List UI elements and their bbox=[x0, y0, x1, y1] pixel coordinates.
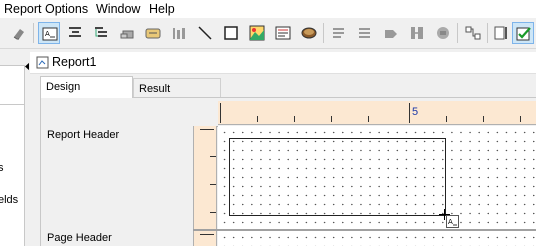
ruler-tick bbox=[520, 116, 521, 122]
menu-window[interactable]: Window bbox=[96, 1, 140, 17]
vertical-ruler bbox=[193, 126, 217, 230]
label-icon[interactable] bbox=[142, 22, 164, 44]
report-window-titlebar: Report1 bbox=[30, 52, 536, 74]
toolbar-separator bbox=[323, 23, 324, 43]
left-panel-item[interactable]: elds bbox=[0, 194, 18, 206]
ruler-tick bbox=[200, 234, 214, 235]
ruler-tick bbox=[294, 116, 295, 122]
vertical-ruler-page-header bbox=[193, 231, 217, 246]
svg-text:A: A bbox=[448, 218, 453, 226]
section-label-page-header[interactable]: Page Header bbox=[47, 232, 112, 244]
ruler-tick bbox=[257, 116, 258, 122]
ruler-tick bbox=[210, 184, 216, 185]
filter-icon[interactable] bbox=[406, 22, 428, 44]
eraser-icon[interactable] bbox=[8, 22, 30, 44]
sort-icon[interactable] bbox=[380, 22, 402, 44]
menu-bar: Report Options Window Help bbox=[0, 0, 536, 18]
menu-report[interactable]: Report bbox=[4, 1, 42, 17]
report-window-title: Report1 bbox=[52, 55, 97, 69]
report-icon bbox=[36, 56, 49, 72]
ruler-tick bbox=[368, 116, 369, 122]
ruler-tick bbox=[331, 116, 332, 122]
richtext-icon[interactable] bbox=[272, 22, 294, 44]
horizontal-ruler: 5 bbox=[218, 101, 536, 125]
menu-help[interactable]: Help bbox=[149, 1, 175, 17]
page-header-band[interactable] bbox=[218, 231, 536, 246]
selection-rectangle[interactable] bbox=[229, 138, 446, 216]
ruler-tick bbox=[200, 129, 214, 130]
ruler-tick bbox=[409, 103, 410, 123]
cross-tab-icon[interactable] bbox=[328, 22, 350, 44]
left-panel-item[interactable]: s bbox=[0, 162, 4, 174]
align-icon[interactable] bbox=[64, 22, 86, 44]
line-icon[interactable] bbox=[194, 22, 216, 44]
section-labels-panel: Report Header Page Header bbox=[40, 98, 217, 246]
export-icon[interactable] bbox=[490, 22, 512, 44]
text-field-icon[interactable]: A bbox=[38, 22, 60, 44]
toolbar-separator bbox=[33, 23, 34, 43]
menu-options[interactable]: Options bbox=[45, 1, 88, 17]
section-label-report-header[interactable]: Report Header bbox=[47, 129, 119, 141]
stack-icon[interactable] bbox=[116, 22, 138, 44]
toolbar: A bbox=[0, 18, 536, 49]
shape-icon[interactable] bbox=[462, 22, 484, 44]
ruler-tick bbox=[210, 156, 216, 157]
group-icon[interactable] bbox=[354, 22, 376, 44]
tab-result[interactable]: Result bbox=[133, 78, 221, 98]
subreport-icon[interactable] bbox=[432, 22, 454, 44]
ruler-tick bbox=[446, 116, 447, 122]
ruler-label: 5 bbox=[412, 106, 419, 118]
text-field-cursor-icon: A bbox=[446, 215, 459, 228]
checkbox-icon[interactable] bbox=[512, 22, 534, 44]
image-icon[interactable] bbox=[246, 22, 268, 44]
toolbar-separator bbox=[457, 23, 458, 43]
ruler-tick bbox=[483, 116, 484, 122]
ruler-tick bbox=[210, 212, 216, 213]
left-panel-header bbox=[0, 50, 25, 66]
rectangle-icon[interactable] bbox=[220, 22, 242, 44]
svg-text:A: A bbox=[45, 30, 50, 38]
tab-design[interactable]: Design bbox=[40, 76, 133, 98]
toolbar-separator bbox=[487, 23, 488, 43]
chart-icon[interactable] bbox=[298, 22, 320, 44]
barcode-icon[interactable] bbox=[168, 22, 190, 44]
tree-icon[interactable] bbox=[90, 22, 112, 44]
ruler-tick bbox=[220, 103, 221, 123]
left-panel: s elds bbox=[0, 50, 25, 246]
divider bbox=[0, 104, 25, 105]
